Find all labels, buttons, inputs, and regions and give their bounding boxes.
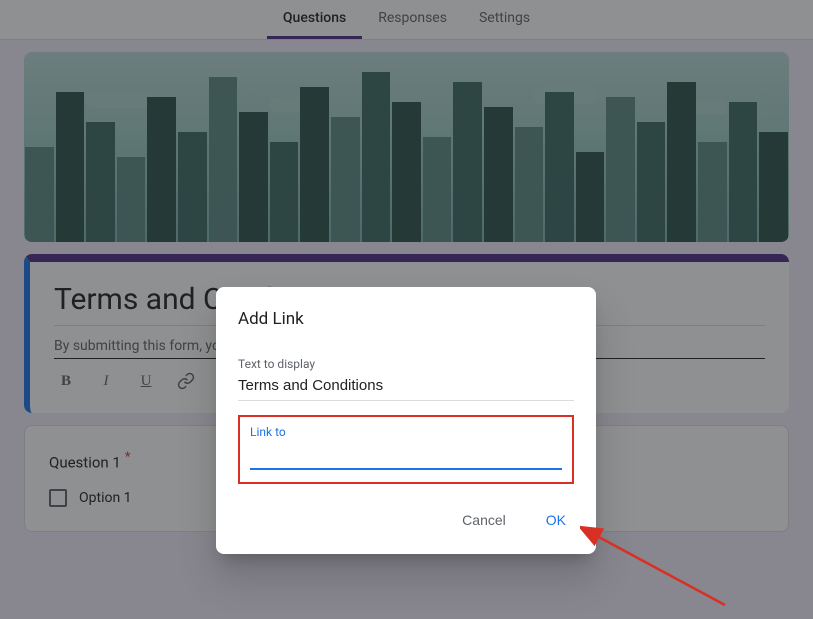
text-to-display-label: Text to display — [238, 357, 574, 371]
dialog-actions: Cancel OK — [238, 508, 574, 532]
text-to-display-field: Text to display — [238, 357, 574, 401]
link-to-highlight: Link to — [238, 415, 574, 484]
add-link-dialog: Add Link Text to display Link to Cancel … — [216, 287, 596, 554]
cancel-button[interactable]: Cancel — [454, 508, 514, 532]
link-to-label: Link to — [250, 425, 562, 439]
ok-button[interactable]: OK — [538, 508, 574, 532]
link-to-input[interactable] — [250, 439, 562, 470]
dialog-title: Add Link — [238, 309, 574, 329]
text-to-display-input[interactable] — [238, 371, 574, 401]
